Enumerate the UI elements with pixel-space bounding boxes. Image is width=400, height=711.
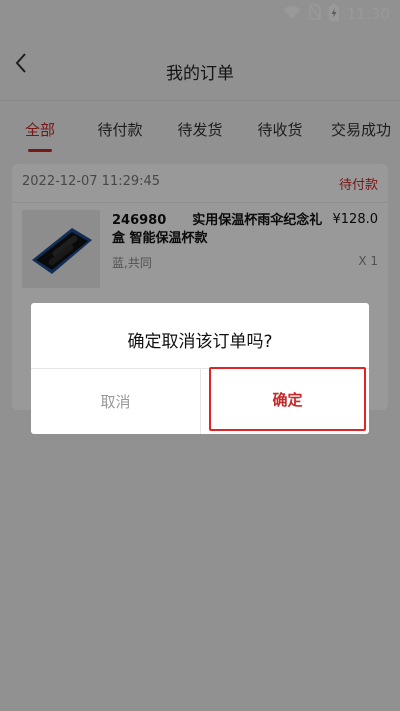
dialog-message: 确定取消该订单吗? bbox=[127, 332, 273, 352]
dialog-cancel-button[interactable]: 取消 bbox=[31, 369, 200, 434]
dialog-confirm-button[interactable]: 确定 bbox=[209, 367, 366, 431]
dialog-button-divider bbox=[200, 368, 201, 434]
cancel-order-dialog: 确定取消该订单吗? 取消 确定 bbox=[31, 303, 369, 434]
